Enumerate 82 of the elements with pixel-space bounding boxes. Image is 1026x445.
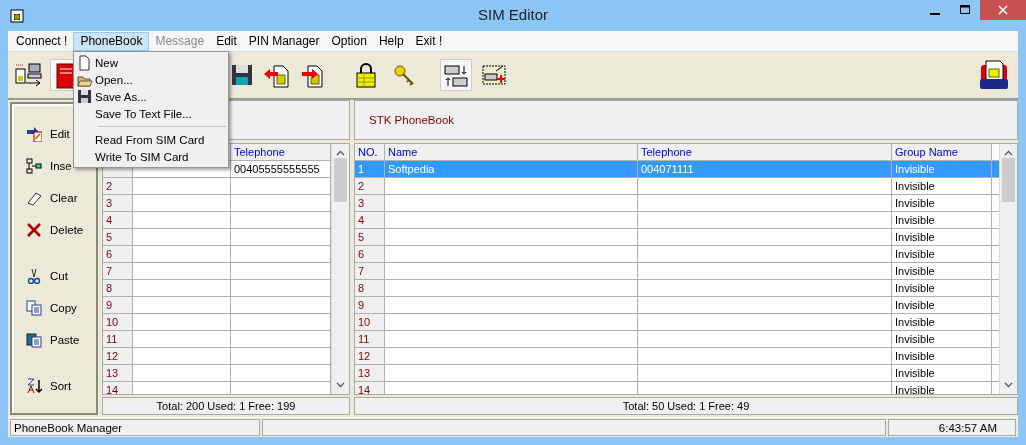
row-number: 11 bbox=[355, 331, 385, 347]
row-number: 8 bbox=[103, 280, 133, 296]
row-number: 1 bbox=[355, 161, 385, 177]
menu-item[interactable]: PIN Manager bbox=[242, 31, 326, 51]
table-row[interactable]: 12 Invisible bbox=[355, 348, 999, 365]
menu-item[interactable]: Open... bbox=[74, 71, 228, 88]
row-number: 4 bbox=[355, 212, 385, 228]
table-cell: Invisible bbox=[892, 280, 992, 296]
row-number: 2 bbox=[103, 178, 133, 194]
status-text: PhoneBook Manager bbox=[10, 419, 260, 436]
column-header[interactable]: NO. bbox=[355, 144, 385, 160]
column-header[interactable]: Telephone bbox=[231, 144, 331, 160]
column-header[interactable]: Name bbox=[385, 144, 638, 160]
menu-item[interactable]: Connect ! bbox=[10, 31, 74, 51]
table-cell: Invisible bbox=[892, 178, 992, 194]
row-number: 5 bbox=[355, 229, 385, 245]
count-summary: Total: 50 Used: 1 Free: 49 bbox=[354, 397, 1018, 415]
row-number: 11 bbox=[103, 331, 133, 347]
table-cell: Invisible bbox=[892, 195, 992, 211]
table-cell: Invisible bbox=[892, 365, 992, 381]
table-cell: Invisible bbox=[892, 331, 992, 347]
row-number: 3 bbox=[103, 195, 133, 211]
table-row[interactable]: 10 Invisible bbox=[355, 314, 999, 331]
panel-title: STK PhoneBook bbox=[369, 114, 455, 126]
side-button[interactable]: Paste bbox=[12, 324, 96, 356]
table-row[interactable]: 4 Invisible bbox=[355, 212, 999, 229]
row-number: 12 bbox=[355, 348, 385, 364]
menu-item[interactable]: Option bbox=[325, 31, 373, 51]
table-cell: Invisible bbox=[892, 212, 992, 228]
side-button[interactable]: Copy bbox=[12, 292, 96, 324]
menu-item[interactable]: Save As... bbox=[74, 88, 228, 105]
table-cell: 004071111 bbox=[638, 161, 892, 177]
row-number: 14 bbox=[103, 382, 133, 394]
status-time: 6:43:57 AM bbox=[888, 419, 1016, 436]
table-row[interactable]: 9 Invisible bbox=[355, 297, 999, 314]
column-header[interactable]: Telephone bbox=[638, 144, 892, 160]
table-cell: Invisible bbox=[892, 229, 992, 245]
row-number: 7 bbox=[355, 263, 385, 279]
menu-item[interactable]: Edit bbox=[210, 31, 243, 51]
menu-item[interactable]: Help bbox=[372, 31, 410, 51]
row-number: 6 bbox=[103, 246, 133, 262]
row-number: 9 bbox=[355, 297, 385, 313]
row-number: 14 bbox=[355, 382, 385, 394]
row-number: 9 bbox=[103, 297, 133, 313]
row-number: 13 bbox=[355, 365, 385, 381]
row-number: 5 bbox=[103, 229, 133, 245]
menu-item[interactable]: PhoneBook bbox=[73, 31, 150, 51]
table-cell: Invisible bbox=[892, 314, 992, 330]
row-number: 6 bbox=[355, 246, 385, 262]
table-row[interactable]: 3 Invisible bbox=[355, 195, 999, 212]
row-number: 4 bbox=[103, 212, 133, 228]
table-cell: Invisible bbox=[892, 297, 992, 313]
menu-item[interactable]: Exit ! bbox=[409, 31, 449, 51]
row-number: 3 bbox=[355, 195, 385, 211]
side-button[interactable]: Delete bbox=[12, 214, 96, 246]
count-summary: Total: 200 Used: 1 Free: 199 bbox=[102, 397, 350, 415]
table-cell: Invisible bbox=[892, 348, 992, 364]
table-row[interactable]: 5 Invisible bbox=[355, 229, 999, 246]
menu-item[interactable]: Read From SIM Card bbox=[74, 131, 228, 148]
side-button[interactable]: Clear bbox=[12, 182, 96, 214]
table-cell: Invisible bbox=[892, 246, 992, 262]
table-row[interactable]: 8 Invisible bbox=[355, 280, 999, 297]
row-number: 13 bbox=[103, 365, 133, 381]
table-row[interactable]: 11 Invisible bbox=[355, 331, 999, 348]
table-row[interactable]: 2 Invisible bbox=[355, 178, 999, 195]
table-cell: Invisible bbox=[892, 263, 992, 279]
side-button[interactable]: Sort bbox=[12, 370, 96, 402]
row-number: 10 bbox=[355, 314, 385, 330]
row-number: 10 bbox=[103, 314, 133, 330]
menu-item[interactable]: Save To Text File... bbox=[74, 105, 228, 122]
table-row[interactable]: 7 Invisible bbox=[355, 263, 999, 280]
window-title: SIM Editor bbox=[478, 6, 548, 23]
side-button[interactable]: Cut bbox=[12, 260, 96, 292]
table-row[interactable]: 13 Invisible bbox=[355, 365, 999, 382]
row-number: 12 bbox=[103, 348, 133, 364]
row-number: 7 bbox=[103, 263, 133, 279]
column-header[interactable]: Group Name bbox=[892, 144, 992, 160]
table-row[interactable]: 6 Invisible bbox=[355, 246, 999, 263]
row-number: 8 bbox=[355, 280, 385, 296]
menu-item[interactable]: New bbox=[74, 54, 228, 71]
table-cell: Softpedia bbox=[385, 161, 638, 177]
row-number: 2 bbox=[355, 178, 385, 194]
